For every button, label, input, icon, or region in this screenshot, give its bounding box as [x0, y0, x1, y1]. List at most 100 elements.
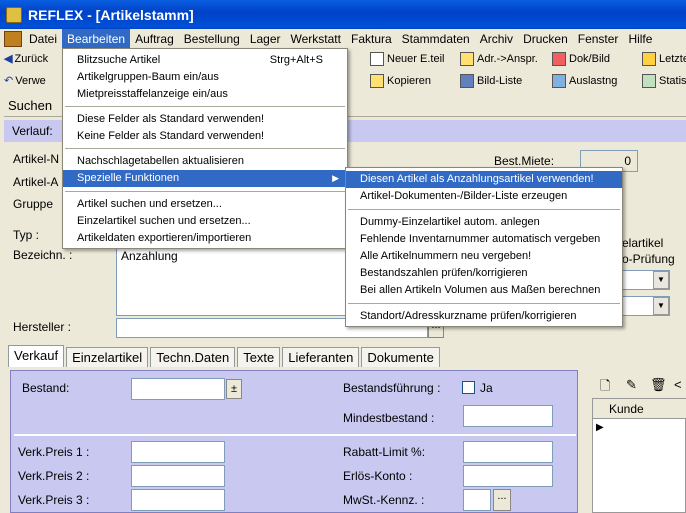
- submenu-item-inventarnummer[interactable]: Fehlende Inventarnummer automatisch verg…: [346, 231, 622, 248]
- price2-field[interactable]: [131, 465, 225, 487]
- vat-lookup-button[interactable]: ...: [493, 489, 511, 511]
- min-stock-label: Mindestbestand :: [343, 411, 435, 425]
- back-button[interactable]: ◀ Zurück: [4, 49, 48, 69]
- vat-label: MwSt.-Kennz. :: [343, 493, 425, 507]
- menu-auftrag[interactable]: Auftrag: [130, 29, 179, 49]
- tab-lieferanten[interactable]: Lieferanten: [282, 347, 360, 367]
- side-text-2: o-Prüfung: [622, 252, 675, 266]
- window-title: REFLEX - [Artikelstamm]: [28, 7, 194, 23]
- menu-item-einzelartikel-suchen-ersetzen[interactable]: Einzelartikel suchen und ersetzen...: [63, 213, 347, 230]
- price2-label: Verk.Preis 2 :: [18, 469, 90, 483]
- menu-fenster[interactable]: Fenster: [573, 29, 624, 49]
- menu-separator: [65, 191, 345, 192]
- menu-item-nachschlagetabellen[interactable]: Nachschlagetabellen aktualisieren: [63, 153, 347, 170]
- row-pointer-icon: ▶: [596, 422, 604, 433]
- menu-faktura[interactable]: Faktura: [346, 29, 397, 49]
- stats-button[interactable]: Statis: [642, 71, 686, 91]
- new-row-icon[interactable]: 🗋: [600, 377, 610, 399]
- price3-field[interactable]: [131, 489, 225, 511]
- tab-einzelartikel[interactable]: Einzelartikel: [66, 347, 149, 367]
- menu-archiv[interactable]: Archiv: [475, 29, 518, 49]
- detail-tabs: Verkauf Einzelartikel Techn.Daten Texte …: [8, 345, 442, 369]
- address-contact-button[interactable]: Adr.->Anspr.: [460, 49, 538, 69]
- edit-row-icon[interactable]: ✎: [626, 377, 637, 393]
- customer-grid[interactable]: Kunde ▶: [592, 398, 686, 513]
- customer-grid-header: Kunde: [593, 399, 686, 419]
- submenu-item-anzahlungsartikel[interactable]: Diesen Artikel als Anzahlungsartikel ver…: [346, 171, 622, 188]
- submenu-item-dummy-einzelartikel[interactable]: Dummy-Einzelartikel autom. anlegen: [346, 214, 622, 231]
- menu-separator: [348, 209, 620, 210]
- search-tab[interactable]: Suchen: [8, 98, 52, 113]
- tab-dokumente[interactable]: Dokumente: [361, 347, 440, 367]
- title-bar: REFLEX - [Artikelstamm]: [0, 0, 686, 30]
- doc-image-button[interactable]: Dok/Bild: [552, 49, 610, 69]
- grid-toolbar: 🗋 ✎ 🗑 <: [592, 374, 686, 396]
- menu-bestellung[interactable]: Bestellung: [179, 29, 245, 49]
- menu-separator: [65, 106, 345, 107]
- customer-column-header[interactable]: Kunde: [609, 402, 644, 416]
- vat-field[interactable]: [463, 489, 491, 511]
- sales-divider: [14, 434, 576, 436]
- menu-bearbeiten[interactable]: Bearbeiten: [62, 29, 131, 49]
- menu-drucken[interactable]: Drucken: [518, 29, 573, 49]
- last-label: Letzte: [659, 53, 686, 65]
- system-menu-icon[interactable]: [4, 31, 22, 47]
- menu-item-blitzsuche[interactable]: Blitzsuche Artikel Strg+Alt+S: [63, 52, 347, 69]
- discount-label: Rabatt-Limit %:: [343, 445, 426, 459]
- image-list-button[interactable]: Bild-Liste: [460, 71, 522, 91]
- checkbox-icon[interactable]: [462, 381, 475, 395]
- image-list-icon: [460, 74, 474, 88]
- stock-adjust-button[interactable]: ±: [226, 379, 242, 399]
- submenu-arrow-icon: ▶: [332, 173, 339, 183]
- menu-item-artikel-suchen-ersetzen[interactable]: Artikel suchen und ersetzen...: [63, 196, 347, 213]
- submenu-item-volumen[interactable]: Bei allen Artikeln Volumen aus Maßen ber…: [346, 282, 622, 299]
- chevron-down-icon[interactable]: ▼: [653, 297, 669, 315]
- submenu-item-dokumentenliste[interactable]: Artikel-Dokumenten-/Bilder-Liste erzeuge…: [346, 188, 622, 205]
- doc-image-label: Dok/Bild: [569, 53, 610, 65]
- discount-field[interactable]: [463, 441, 553, 463]
- menu-item-felder-standard[interactable]: Diese Felder als Standard verwenden!: [63, 111, 347, 128]
- manage-button[interactable]: ↶ Verwe: [4, 71, 46, 91]
- price1-field[interactable]: [131, 441, 225, 463]
- prev-icon[interactable]: <: [674, 377, 682, 392]
- new-part-button[interactable]: Neuer E.teil: [370, 49, 444, 69]
- side-dropdown-2[interactable]: ▼: [622, 296, 670, 316]
- shortcut-label: Strg+Alt+S: [269, 54, 323, 66]
- menu-hilfe[interactable]: Hilfe: [623, 29, 657, 49]
- menu-bar: Datei Bearbeiten Auftrag Bestellung Lage…: [0, 29, 686, 49]
- tab-verkauf[interactable]: Verkauf: [8, 345, 65, 367]
- stock-mgmt-label: Bestandsführung :: [343, 381, 441, 395]
- back-arrow-icon: ◀: [4, 53, 13, 65]
- last-button[interactable]: Letzte: [642, 49, 686, 69]
- menu-item-label: Blitzsuche Artikel: [77, 54, 161, 66]
- description-value: Anzahlung: [121, 249, 178, 263]
- revenue-field[interactable]: [463, 465, 553, 487]
- menu-item-spezielle-funktionen[interactable]: Spezielle Funktionen ▶: [63, 170, 347, 187]
- submenu-item-bestandszahlen[interactable]: Bestandszahlen prüfen/korrigieren: [346, 265, 622, 282]
- copy-button[interactable]: Kopieren: [370, 71, 431, 91]
- article-type-label: Artikel-A: [13, 175, 59, 189]
- menu-item-label: Spezielle Funktionen: [77, 172, 180, 184]
- menu-werkstatt[interactable]: Werkstatt: [286, 29, 346, 49]
- menu-item-gruppenbaum[interactable]: Artikelgruppen-Baum ein/aus: [63, 69, 347, 86]
- stock-field[interactable]: [131, 378, 225, 400]
- menu-item-export-import[interactable]: Artikeldaten exportieren/importieren: [63, 230, 347, 247]
- submenu-item-artikelnummern-neu[interactable]: Alle Artikelnummern neu vergeben!: [346, 248, 622, 265]
- utilization-button[interactable]: Auslastng: [552, 71, 617, 91]
- stock-mgmt-checkbox[interactable]: [462, 380, 475, 395]
- menu-datei[interactable]: Datei: [24, 29, 62, 49]
- menu-item-mietpreisstaffel[interactable]: Mietpreisstaffelanzeige ein/aus: [63, 86, 347, 103]
- chevron-down-icon[interactable]: ▼: [653, 271, 669, 289]
- menu-lager[interactable]: Lager: [245, 29, 286, 49]
- side-dropdown-1[interactable]: ▼: [622, 270, 670, 290]
- menu-item-keine-felder-standard[interactable]: Keine Felder als Standard verwenden!: [63, 128, 347, 145]
- min-stock-field[interactable]: [463, 405, 553, 427]
- tab-texte[interactable]: Texte: [237, 347, 281, 367]
- tab-techn-daten[interactable]: Techn.Daten: [150, 347, 236, 367]
- price1-label: Verk.Preis 1 :: [18, 445, 90, 459]
- menu-stammdaten[interactable]: Stammdaten: [397, 29, 475, 49]
- price3-label: Verk.Preis 3 :: [18, 493, 90, 507]
- delete-row-icon[interactable]: 🗑: [650, 377, 667, 393]
- submenu-item-standort[interactable]: Standort/Adresskurzname prüfen/korrigier…: [346, 308, 622, 325]
- rent-label: Best.Miete:: [494, 154, 555, 168]
